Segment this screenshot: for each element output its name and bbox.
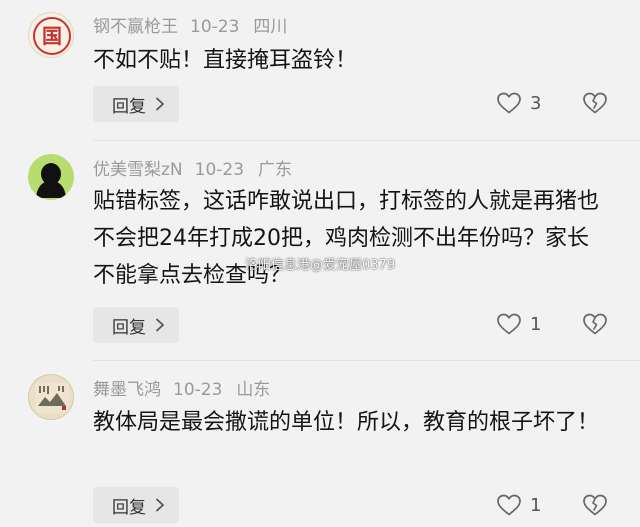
username[interactable]: 舞墨飞鸿 [93,380,161,400]
broken-heart-icon [583,313,607,335]
default-avatar-icon [36,163,66,198]
comment-text: 贴错标签，这话咋敢说出口，打标签的人就是再猪也不会把24年打成20把，鸡肉检测不… [93,189,600,288]
chevron-right-icon [156,498,164,512]
watermark-text: 洛阳信息港@爱宠屋0379 [245,258,396,273]
avatar[interactable] [28,374,74,420]
heart-outline-icon [497,494,521,516]
comment-item: 舞墨飞鸿 10-23 山东 教体局是最会撒谎的单位！所以，教育的根子坏了！ 回复 1 [0,360,640,527]
reply-label: 回复 [112,96,146,117]
chevron-right-icon [156,97,164,111]
dislike-button[interactable] [582,493,608,521]
like-count: 3 [530,92,542,114]
svg-text:国: 国 [42,24,62,48]
avatar[interactable] [28,154,74,200]
comment-text: 教体局是最会撒谎的单位！所以，教育的根子坏了！ [93,410,600,435]
comment-item: 优美雪梨zN 10-23 广东 贴错标签，这话咋敢说出口，打标签的人就是再猪也不会把… [0,140,640,360]
seal-logo-icon: 国 [33,17,71,55]
heart-outline-icon [497,92,521,114]
comment-item: 国 钢不赢枪王 10-23 四川 不如不贴！直接掩耳盗铃！ 回复 3 [0,0,640,140]
comment-date: 10-23 [190,17,240,37]
avatar[interactable]: 国 [28,12,74,58]
comment-date: 10-23 [173,380,223,400]
comment-meta: 优美雪梨zN 10-23 广东 [93,155,292,180]
comment-location: 四川 [253,17,288,37]
reply-label: 回复 [112,317,146,338]
comment-meta: 钢不赢枪王 10-23 四川 [93,12,287,37]
reply-button[interactable]: 回复 [93,487,179,523]
heart-outline-icon [497,313,521,335]
username[interactable]: 钢不赢枪王 [93,17,178,37]
reply-button[interactable]: 回复 [93,307,179,343]
like-count: 1 [530,313,542,335]
comment-location: 广东 [258,160,293,180]
comment-date: 10-23 [194,160,245,180]
like-button[interactable]: 1 [496,493,541,517]
reply-label: 回复 [112,497,146,518]
like-count: 1 [530,494,542,516]
like-button[interactable]: 3 [496,91,541,115]
broken-heart-icon [583,92,607,114]
reply-button[interactable]: 回复 [93,86,179,122]
dislike-button[interactable] [582,312,608,340]
comment-text: 不如不贴！直接掩耳盗铃！ [93,48,358,73]
dislike-button[interactable] [582,91,608,119]
comment-meta: 舞墨飞鸿 10-23 山东 [93,375,270,400]
calligraphy-painting-icon [35,383,69,413]
broken-heart-icon [583,494,607,516]
like-button[interactable]: 1 [496,312,541,336]
username[interactable]: 优美雪梨zN [93,160,183,180]
chevron-right-icon [156,318,164,332]
comment-location: 山东 [236,380,271,400]
